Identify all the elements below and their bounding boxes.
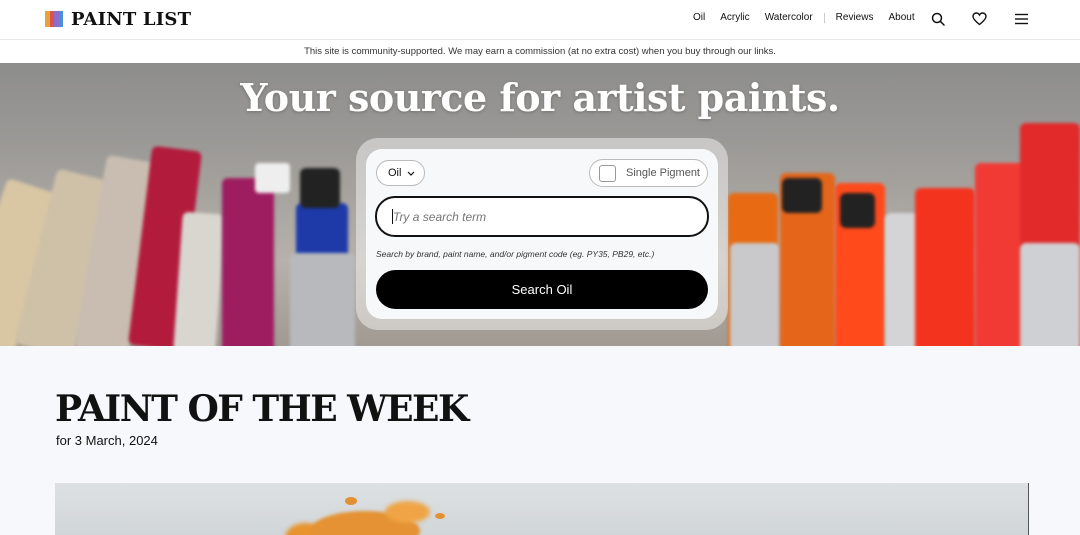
search-panel: Oil Single Pigment Search by brand, pain… (366, 149, 718, 319)
heart-icon[interactable] (970, 10, 988, 28)
paint-of-the-week-image[interactable] (55, 483, 1029, 535)
main-nav: Oil Acrylic Watercolor Reviews About (693, 12, 915, 23)
checkbox-icon[interactable] (599, 164, 616, 182)
search-button[interactable]: Search Oil (376, 270, 708, 309)
affiliate-disclaimer: This site is community-supported. We may… (0, 40, 1080, 63)
nav-watercolor[interactable]: Watercolor (765, 12, 813, 23)
hero-banner: Your source for artist paints. Oil Singl… (0, 63, 1080, 346)
section-title: PAINT OF THE WEEK (55, 388, 469, 430)
logo-mark (45, 11, 63, 27)
logo[interactable]: PAINT LIST (45, 8, 192, 30)
medium-select[interactable]: Oil (376, 160, 425, 186)
nav-about[interactable]: About (888, 12, 914, 23)
single-pigment-toggle[interactable]: Single Pigment (589, 159, 708, 187)
menu-icon[interactable] (1012, 10, 1030, 28)
text-caret (392, 209, 393, 224)
search-hint: Search by brand, paint name, and/or pigm… (376, 249, 655, 259)
logo-text: PAINT LIST (71, 8, 192, 30)
medium-select-value: Oil (388, 167, 402, 179)
chevron-down-icon (408, 171, 415, 176)
search-panel-frame: Oil Single Pigment Search by brand, pain… (356, 138, 728, 330)
site-header: PAINT LIST Oil Acrylic Watercolor Review… (0, 0, 1080, 40)
search-input[interactable] (375, 196, 709, 237)
section-date: for 3 March, 2024 (56, 433, 158, 448)
hero-title: Your source for artist paints. (240, 75, 840, 120)
nav-acrylic[interactable]: Acrylic (720, 12, 749, 23)
single-pigment-label: Single Pigment (626, 167, 700, 179)
nav-reviews[interactable]: Reviews (836, 12, 874, 23)
nav-oil[interactable]: Oil (693, 12, 705, 23)
search-icon[interactable] (929, 10, 947, 28)
nav-divider (823, 12, 825, 23)
